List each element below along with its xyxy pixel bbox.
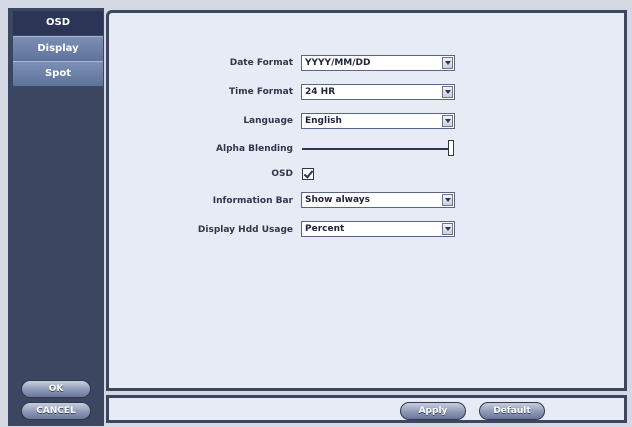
tab-display[interactable]: Display (13, 36, 103, 62)
alpha-blending-label: Alpha Blending (216, 144, 293, 154)
information-bar-value: Show always (305, 195, 371, 205)
tab-osd[interactable]: OSD (13, 11, 103, 35)
alpha-blending-slider-track[interactable] (302, 148, 452, 150)
ok-button[interactable]: OK (21, 380, 91, 398)
action-bar (106, 395, 627, 423)
sidebar: OSD Display Spot OK CANCEL (8, 8, 104, 426)
date-format-value: YYYY/MM/DD (305, 58, 371, 68)
time-format-value: 24 HR (305, 87, 336, 97)
default-button[interactable]: Default (479, 402, 545, 420)
alpha-blending-slider-thumb[interactable] (448, 140, 454, 156)
information-bar-select[interactable]: Show always (301, 192, 455, 208)
display-hdd-usage-label: Display Hdd Usage (197, 225, 293, 235)
cancel-button[interactable]: CANCEL (21, 402, 91, 420)
app-window: OSD Display Spot OK CANCEL Date Format Y… (0, 0, 632, 427)
date-format-select[interactable]: YYYY/MM/DD (301, 55, 455, 71)
osd-checkbox[interactable] (302, 168, 314, 180)
checkmark-icon (303, 168, 314, 179)
chevron-down-icon[interactable] (442, 115, 453, 127)
chevron-down-icon[interactable] (442, 223, 453, 235)
osd-label: OSD (271, 169, 293, 179)
chevron-down-icon[interactable] (442, 57, 453, 69)
language-value: English (305, 116, 342, 126)
display-hdd-usage-value: Percent (305, 224, 345, 234)
display-hdd-usage-select[interactable]: Percent (301, 221, 455, 237)
time-format-select[interactable]: 24 HR (301, 84, 455, 100)
chevron-down-icon[interactable] (442, 86, 453, 98)
information-bar-label: Information Bar (212, 196, 293, 206)
language-label: Language (243, 116, 293, 126)
date-format-label: Date Format (229, 58, 293, 68)
tab-spot[interactable]: Spot (13, 61, 103, 87)
chevron-down-icon[interactable] (442, 194, 453, 206)
time-format-label: Time Format (229, 87, 293, 97)
language-select[interactable]: English (301, 113, 455, 129)
apply-button[interactable]: Apply (400, 402, 466, 420)
